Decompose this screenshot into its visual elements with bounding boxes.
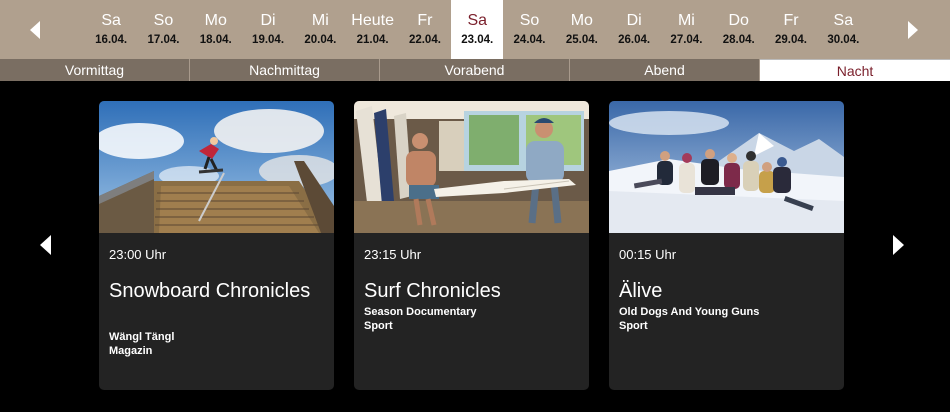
day-date: 20.04. xyxy=(304,34,337,46)
program-card[interactable]: 23:00 Uhr Snowboard Chronicles Wängl Tän… xyxy=(99,101,334,390)
program-meta: Old Dogs And Young Guns Sport xyxy=(619,305,839,333)
day-name: Di xyxy=(626,12,642,29)
program-title: Snowboard Chronicles xyxy=(109,280,311,302)
day-date: 30.04. xyxy=(827,34,860,46)
chevron-right-icon xyxy=(892,235,904,255)
program-subtitle: Old Dogs And Young Guns xyxy=(619,306,760,318)
carousel-prev-button[interactable] xyxy=(33,231,57,259)
program-thumbnail-snowboard xyxy=(99,101,334,233)
day-tab-13[interactable]: Fr 29.04. xyxy=(765,0,817,59)
tab-nachmittag[interactable]: Nachmittag xyxy=(190,59,380,81)
day-name: So xyxy=(519,12,540,29)
day-tab-7-selected[interactable]: Sa 23.04. xyxy=(451,0,504,59)
day-name: Sa xyxy=(833,12,854,29)
day-tab-2[interactable]: Mo 18.04. xyxy=(190,0,242,59)
day-name: Mi xyxy=(311,12,329,29)
chevron-left-icon xyxy=(39,235,51,255)
program-genre: Sport xyxy=(364,320,393,332)
day-name: Fr xyxy=(417,12,433,29)
program-title: Surf Chronicles xyxy=(364,280,501,302)
program-meta: Season Documentary Sport xyxy=(364,305,584,333)
day-date: 26.04. xyxy=(618,34,651,46)
tab-vormittag[interactable]: Vormittag xyxy=(0,59,190,81)
program-subtitle: Wängl Tängl xyxy=(109,331,175,343)
day-list: Sa 16.04. So 17.04. Mo 18.04. Di 19.04. Mi 20… xyxy=(85,0,869,59)
date-navigation: Sa 16.04. So 17.04. Mo 18.04. Di 19.04. Mi 20… xyxy=(0,0,950,59)
program-genre: Sport xyxy=(619,320,648,332)
day-date: 29.04. xyxy=(775,34,807,46)
day-date: 21.04. xyxy=(356,34,389,46)
program-thumbnail-surf xyxy=(354,101,589,233)
day-date: 27.04. xyxy=(670,34,703,46)
day-name: Mo xyxy=(204,12,227,29)
program-thumbnail-alive xyxy=(609,101,844,233)
day-date: 16.04. xyxy=(95,34,128,46)
day-name: Mo xyxy=(570,12,593,29)
day-tab-4[interactable]: Mi 20.04. xyxy=(294,0,346,59)
day-tab-12[interactable]: Do 28.04. xyxy=(713,0,765,59)
day-tab-5[interactable]: Heute 21.04. xyxy=(346,0,398,59)
day-date: 28.04. xyxy=(722,34,755,46)
day-name: Di xyxy=(260,12,276,29)
program-meta: Wängl Tängl Magazin xyxy=(109,330,329,358)
time-slot-tabs: Vormittag Nachmittag Vorabend Abend Nach… xyxy=(0,59,950,81)
program-card[interactable]: 23:15 Uhr Surf Chronicles Season Documen… xyxy=(354,101,589,390)
day-tab-10[interactable]: Di 26.04. xyxy=(608,0,660,59)
day-tab-1[interactable]: So 17.04. xyxy=(137,0,189,59)
program-time: 23:00 Uhr xyxy=(109,247,167,262)
day-name: So xyxy=(153,12,174,29)
program-subtitle: Season Documentary xyxy=(364,306,477,318)
day-tab-3[interactable]: Di 19.04. xyxy=(242,0,294,59)
day-tab-14[interactable]: Sa 30.04. xyxy=(817,0,869,59)
program-genre: Magazin xyxy=(109,345,153,357)
day-name: Sa xyxy=(101,12,121,29)
day-date: 25.04. xyxy=(565,34,598,46)
program-card[interactable]: 00:15 Uhr Älive Old Dogs And Young Guns … xyxy=(609,101,844,390)
tab-vorabend[interactable]: Vorabend xyxy=(380,59,570,81)
day-date: 17.04. xyxy=(147,34,180,46)
day-date: 24.04. xyxy=(513,34,546,46)
chevron-right-icon xyxy=(908,20,918,39)
day-name: Mi xyxy=(677,12,695,29)
day-date: 19.04. xyxy=(252,34,285,46)
day-tab-6[interactable]: Fr 22.04. xyxy=(399,0,451,59)
day-tab-0[interactable]: Sa 16.04. xyxy=(85,0,137,59)
day-date: 22.04. xyxy=(408,34,441,46)
day-name: Do xyxy=(728,12,749,29)
program-time: 23:15 Uhr xyxy=(364,247,422,262)
day-tab-8[interactable]: So 24.04. xyxy=(503,0,555,59)
day-name: Sa xyxy=(467,12,488,29)
program-time: 00:15 Uhr xyxy=(619,247,677,262)
day-date: 18.04. xyxy=(199,34,232,46)
day-name: Fr xyxy=(783,12,799,29)
day-tab-11[interactable]: Mi 27.04. xyxy=(660,0,712,59)
tab-abend[interactable]: Abend xyxy=(570,59,760,81)
date-prev-button[interactable] xyxy=(20,0,50,59)
day-name: Heute xyxy=(351,12,394,29)
program-title: Älive xyxy=(619,280,663,302)
carousel-next-button[interactable] xyxy=(886,231,910,259)
day-date: 23.04. xyxy=(461,34,494,46)
date-next-button[interactable] xyxy=(898,0,928,59)
tab-nacht[interactable]: Nacht xyxy=(760,59,950,81)
day-tab-9[interactable]: Mo 25.04. xyxy=(556,0,608,59)
chevron-left-icon xyxy=(30,20,40,39)
